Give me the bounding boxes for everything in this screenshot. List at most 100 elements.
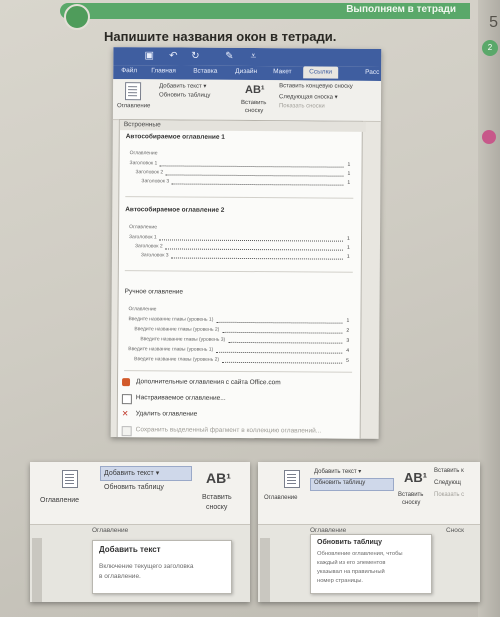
save-to-gallery-icon [121, 426, 132, 437]
toc-leader [165, 174, 344, 177]
tooltip-title: Добавить текст [99, 545, 161, 554]
toc-leader [222, 361, 343, 364]
update-table-screenshot: Оглавление Добавить текст ▾ Обновить таб… [258, 462, 480, 602]
next-footnote-button[interactable]: Следующ [434, 480, 461, 486]
auto-toc-1-title: Автособираемое оглавление 1 [125, 133, 225, 141]
remove-toc-item[interactable]: ✕ Удалить оглавление [122, 408, 356, 422]
insert-endnote-button[interactable]: Вставить концевую сноску [279, 83, 353, 90]
auto-toc-2-title: Автособираемое оглавление 2 [125, 206, 225, 214]
tooltip: Обновить таблицу Обновление оглавления, … [310, 534, 432, 594]
manual-entry: Введите название главы (уровень 2) [134, 326, 220, 333]
tab-mailings[interactable]: Расс [365, 69, 379, 76]
tab-design[interactable]: Дизайн [235, 68, 257, 75]
footnote-ab-icon[interactable]: AB¹ [206, 470, 231, 486]
update-table-button[interactable]: Обновить таблицу [159, 92, 210, 98]
manual-entry: Введите название главы (уровень 1) [128, 316, 214, 323]
toc-page-num: 1 [346, 244, 350, 251]
next-footnote-button[interactable]: Следующая сноска ▾ [279, 93, 338, 100]
redo-icon[interactable]: ↻ [189, 51, 201, 63]
format-painter-icon[interactable]: ✎ [223, 51, 235, 63]
footnote-ab-icon[interactable]: AB¹ [245, 84, 265, 96]
undo-icon[interactable]: ↶ [167, 50, 179, 62]
toc-caption: Оглавление [128, 306, 157, 313]
insert-footnote-line2[interactable]: сноску [402, 500, 420, 506]
toc-leader [170, 257, 343, 260]
task-marker-icon [64, 4, 90, 30]
insert-footnote-line1[interactable]: Вставить [398, 492, 423, 498]
toc-page-num: 1 [347, 235, 350, 242]
toc-doc-icon[interactable] [284, 470, 300, 488]
tooltip-body: в оглавление. [99, 573, 141, 580]
toc-heading: Заголовок 2 [134, 243, 163, 250]
toc-leader [159, 239, 344, 242]
auto-toc-2-option[interactable]: Оглавление Заголовок 1 1 Заголовок 2 1 З… [124, 218, 354, 273]
word-references-screenshot: ▣ ↶ ↻ ✎ ⩡ Файл Главная Вставка Дизайн Ма… [110, 47, 382, 439]
toc-page-num: 1 [346, 253, 350, 260]
manual-toc-title: Ручное оглавление [124, 288, 184, 296]
add-text-screenshot: Оглавление Добавить текст ▾ Обновить таб… [30, 462, 250, 602]
insert-endnote-button[interactable]: Вставить к [434, 468, 464, 474]
tab-insert[interactable]: Вставка [193, 68, 217, 75]
tab-references[interactable]: Ссылки [303, 66, 339, 79]
toc-doc-icon[interactable] [62, 470, 78, 488]
toc-leader [164, 248, 343, 251]
add-text-button[interactable]: Добавить текст ▾ [104, 469, 159, 477]
toc-page-num: 1 [347, 161, 351, 168]
group-label: Оглавление [310, 527, 347, 534]
toc-leader [216, 321, 343, 324]
tooltip-title: Обновить таблицу [317, 539, 382, 546]
toc-page-num: 5 [346, 357, 349, 364]
banner-text: Выполняем в тетради [346, 4, 456, 15]
update-table-button[interactable]: Обновить таблицу [314, 480, 365, 486]
side-number: 5 [489, 14, 498, 31]
ribbon: Оглавление Добавить текст ▾ Обновить таб… [112, 79, 382, 122]
insert-footnote-line2[interactable]: сноску [245, 108, 263, 114]
tab-layout[interactable]: Макет [273, 68, 291, 75]
task-instruction: Напишите названия окон в тетради. [104, 29, 337, 44]
add-text-button[interactable]: Добавить текст ▾ [314, 468, 361, 475]
custom-toc-item[interactable]: Настраиваемое оглавление... [121, 392, 356, 406]
show-notes-button[interactable]: Показать сноски [279, 103, 325, 109]
toc-leader [171, 183, 344, 186]
manual-toc-option[interactable]: Оглавление Введите название главы (урове… [124, 300, 353, 373]
tooltip-body: указывал на правильный [317, 569, 385, 575]
group-label: Оглавление [92, 527, 129, 534]
toc-leader [159, 165, 344, 168]
ribbon: Оглавление Добавить текст ▾ Обновить таб… [258, 462, 480, 525]
save-selection-item[interactable]: Сохранить выделенный фрагмент в коллекци… [121, 424, 356, 438]
tab-file[interactable]: Файл [121, 67, 137, 74]
tooltip-body: Включение текущего заголовка [99, 563, 194, 570]
manual-entry: Введите название главы (уровень 1) [128, 346, 214, 353]
toc-heading: Заголовок 1 [129, 160, 158, 167]
toc-leader [228, 341, 343, 344]
document-ruler [260, 538, 270, 602]
auto-toc-1-option[interactable]: Оглавление Заголовок 1 1 Заголовок 2 1 З… [125, 144, 354, 199]
toc-button[interactable]: Оглавление [264, 495, 297, 501]
toc-heading: Заголовок 3 [140, 252, 169, 259]
toc-page-num: 3 [346, 337, 350, 344]
show-notes-button[interactable]: Показать с [434, 492, 464, 498]
update-table-button[interactable]: Обновить таблицу [104, 484, 164, 491]
tooltip-body: номер страницы. [317, 578, 364, 584]
add-text-button[interactable]: Добавить текст ▾ [159, 82, 206, 89]
toc-page-num: 1 [346, 317, 350, 324]
tooltip: Добавить текст Включение текущего заголо… [92, 540, 232, 594]
toc-button[interactable]: Оглавление [117, 103, 150, 109]
insert-footnote-line1[interactable]: Вставить [241, 100, 266, 106]
toc-heading: Заголовок 2 [135, 169, 164, 176]
document-ruler [32, 538, 42, 602]
side-badge: 2 [482, 40, 498, 56]
tab-home[interactable]: Главная [151, 67, 176, 74]
footnote-ab-icon[interactable]: AB¹ [404, 470, 427, 485]
toc-button[interactable]: Оглавление [40, 497, 79, 504]
customize-qat-icon[interactable]: ⩡ [247, 51, 259, 63]
insert-footnote-line1[interactable]: Вставить [202, 494, 232, 501]
builtin-header: Встроенные [119, 120, 366, 132]
toc-doc-icon[interactable] [124, 82, 142, 101]
more-toc-office-item[interactable]: Дополнительные оглавления с сайта Office… [121, 376, 356, 390]
tooltip-body: Обновление оглавления, чтобы [317, 551, 403, 557]
office-icon [121, 378, 131, 387]
insert-footnote-line2[interactable]: сноску [206, 504, 227, 511]
toc-page-num: 1 [347, 170, 351, 177]
save-icon[interactable]: ▣ [143, 50, 155, 62]
